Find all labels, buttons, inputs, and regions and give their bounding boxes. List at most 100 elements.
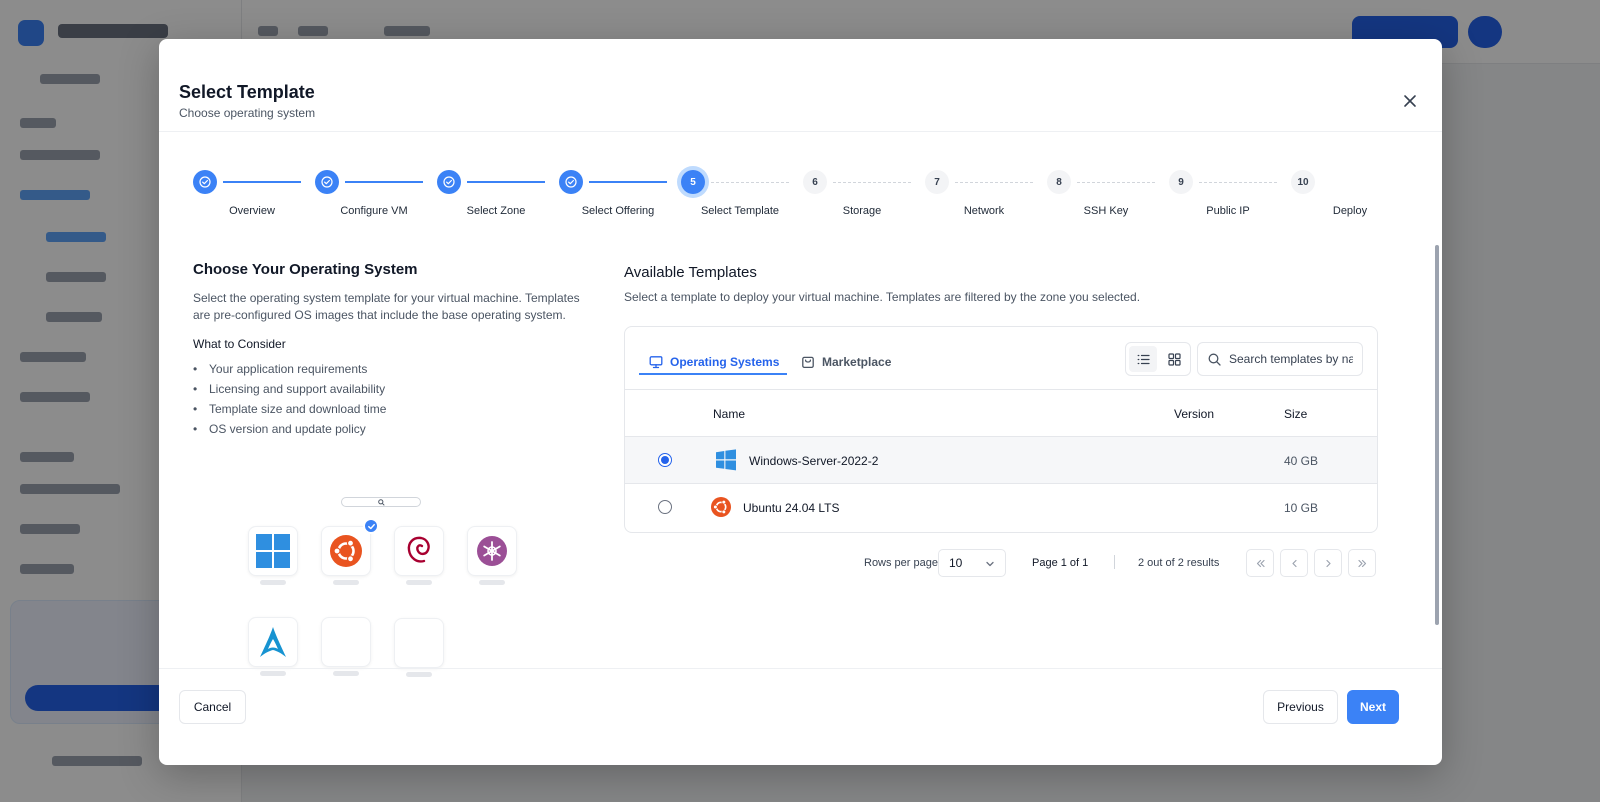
- rows-per-page-select[interactable]: 10: [938, 549, 1006, 577]
- step-complete-check-icon: [193, 170, 217, 194]
- chevron-left-icon: [1291, 559, 1297, 567]
- rows-per-page-value: 10: [949, 556, 963, 570]
- view-toggle: [1125, 342, 1191, 376]
- step-label: Configure VM: [340, 205, 408, 217]
- consider-item: OS version and update policy: [193, 419, 583, 439]
- ubuntu-tile: [321, 526, 371, 576]
- tab-label: Marketplace: [822, 355, 892, 369]
- grid-icon: [1167, 352, 1181, 366]
- results-count: 2 out of 2 results: [1138, 557, 1220, 569]
- table-row[interactable]: Windows-Server-2022-2 40 GB: [625, 437, 1377, 484]
- step-connector: [223, 181, 301, 183]
- chevrons-right-icon: [1357, 559, 1366, 567]
- column-version[interactable]: Version: [1174, 407, 1214, 421]
- windows-icon: [716, 449, 736, 471]
- step-connector: [345, 181, 423, 183]
- close-icon: [1404, 95, 1416, 107]
- step-connector: [589, 181, 667, 183]
- templates-table-card: Operating Systems Marketplace Na: [624, 326, 1378, 533]
- step-label: Network: [963, 205, 1005, 217]
- debian-icon: [407, 536, 430, 563]
- step-connector: [1199, 182, 1277, 183]
- chevrons-left-icon: [1256, 559, 1265, 567]
- row-size: 10 GB: [1284, 501, 1319, 515]
- list-icon: [1137, 354, 1150, 364]
- close-button[interactable]: [1400, 91, 1420, 111]
- snowflake-os-icon: [477, 536, 507, 566]
- row-name: Windows-Server-2022-2: [749, 454, 879, 468]
- step-network: 7 Network: [925, 170, 1047, 220]
- available-templates-title: Available Templates: [624, 264, 757, 281]
- search-icon: [1208, 353, 1221, 366]
- dialog-footer: Cancel Previous Next: [159, 668, 1442, 765]
- illustration-search-bar: [341, 497, 421, 507]
- placeholder-tile: [321, 617, 371, 667]
- shopping-bag-icon: [802, 356, 814, 369]
- step-complete-check-icon: [315, 170, 339, 194]
- last-page-button[interactable]: [1348, 549, 1376, 577]
- step-number: 9: [1169, 170, 1193, 194]
- pager-divider: [1114, 555, 1115, 569]
- search-icon: [377, 498, 385, 506]
- column-size[interactable]: Size: [1284, 407, 1307, 421]
- step-select-zone: Select Zone: [437, 170, 559, 220]
- step-complete-check-icon: [437, 170, 461, 194]
- step-public-ip: 9 Public IP: [1169, 170, 1291, 220]
- first-page-button[interactable]: [1246, 549, 1274, 577]
- step-label: Public IP: [1206, 205, 1250, 217]
- consider-title: What to Consider: [193, 337, 286, 351]
- dialog-title: Select Template: [179, 82, 315, 102]
- step-connector: [955, 182, 1033, 183]
- step-number: 6: [803, 170, 827, 194]
- next-page-button[interactable]: [1314, 549, 1342, 577]
- step-connector: [711, 182, 789, 183]
- step-number: 5: [681, 170, 705, 194]
- step-connector: [467, 181, 545, 183]
- tab-label: Operating Systems: [670, 355, 780, 369]
- table-row[interactable]: Ubuntu 24.04 LTS 10 GB: [625, 484, 1377, 531]
- chevron-down-icon: [986, 561, 994, 567]
- grid-view-button[interactable]: [1160, 346, 1188, 372]
- step-label: Select Zone: [466, 205, 526, 217]
- os-illustration: [193, 457, 583, 687]
- step-storage: 6 Storage: [803, 170, 925, 220]
- guidance-title: Choose Your Operating System: [193, 261, 418, 278]
- step-number: 8: [1047, 170, 1071, 194]
- step-label: Storage: [842, 205, 882, 217]
- tab-operating-systems[interactable]: Operating Systems: [649, 349, 779, 375]
- templates-toolbar: Operating Systems Marketplace: [625, 327, 1377, 390]
- step-select-offering: Select Offering: [559, 170, 681, 220]
- step-connector: [1077, 182, 1155, 183]
- step-deploy: 10 Deploy: [1291, 170, 1413, 220]
- previous-button[interactable]: Previous: [1263, 690, 1338, 724]
- dialog-scrollbar[interactable]: [1435, 245, 1439, 625]
- debian-tile: [394, 526, 444, 576]
- column-name[interactable]: Name: [713, 407, 745, 421]
- row-radio[interactable]: [658, 500, 672, 514]
- step-number: 10: [1291, 170, 1315, 194]
- monitor-icon: [649, 356, 663, 369]
- step-overview: Overview: [193, 170, 315, 220]
- pagination: Rows per page 10 Page 1 of 1 2 out of 2 …: [624, 548, 1378, 578]
- step-label: Select Offering: [581, 205, 655, 217]
- page-info: Page 1 of 1: [1032, 557, 1089, 569]
- ubuntu-icon: [711, 497, 731, 517]
- consider-item: Licensing and support availability: [193, 379, 583, 399]
- step-label: Deploy: [1332, 205, 1368, 217]
- search-input[interactable]: [1229, 352, 1353, 366]
- cancel-button[interactable]: Cancel: [179, 690, 246, 724]
- chevron-right-icon: [1325, 559, 1331, 567]
- next-button[interactable]: Next: [1347, 690, 1399, 724]
- list-view-button[interactable]: [1129, 346, 1157, 372]
- tab-marketplace[interactable]: Marketplace: [801, 349, 891, 375]
- template-search: [1197, 342, 1363, 376]
- selected-check-icon: [363, 518, 379, 534]
- os-guidance-panel: Choose Your Operating System Select the …: [193, 261, 583, 439]
- available-templates-description: Select a template to deploy your virtual…: [624, 290, 1141, 304]
- row-radio[interactable]: [658, 453, 672, 467]
- step-label: Select Template: [700, 205, 780, 217]
- step-label: SSH Key: [1083, 205, 1129, 217]
- consider-list: Your application requirements Licensing …: [193, 359, 583, 439]
- row-size: 40 GB: [1284, 454, 1319, 468]
- previous-page-button[interactable]: [1280, 549, 1308, 577]
